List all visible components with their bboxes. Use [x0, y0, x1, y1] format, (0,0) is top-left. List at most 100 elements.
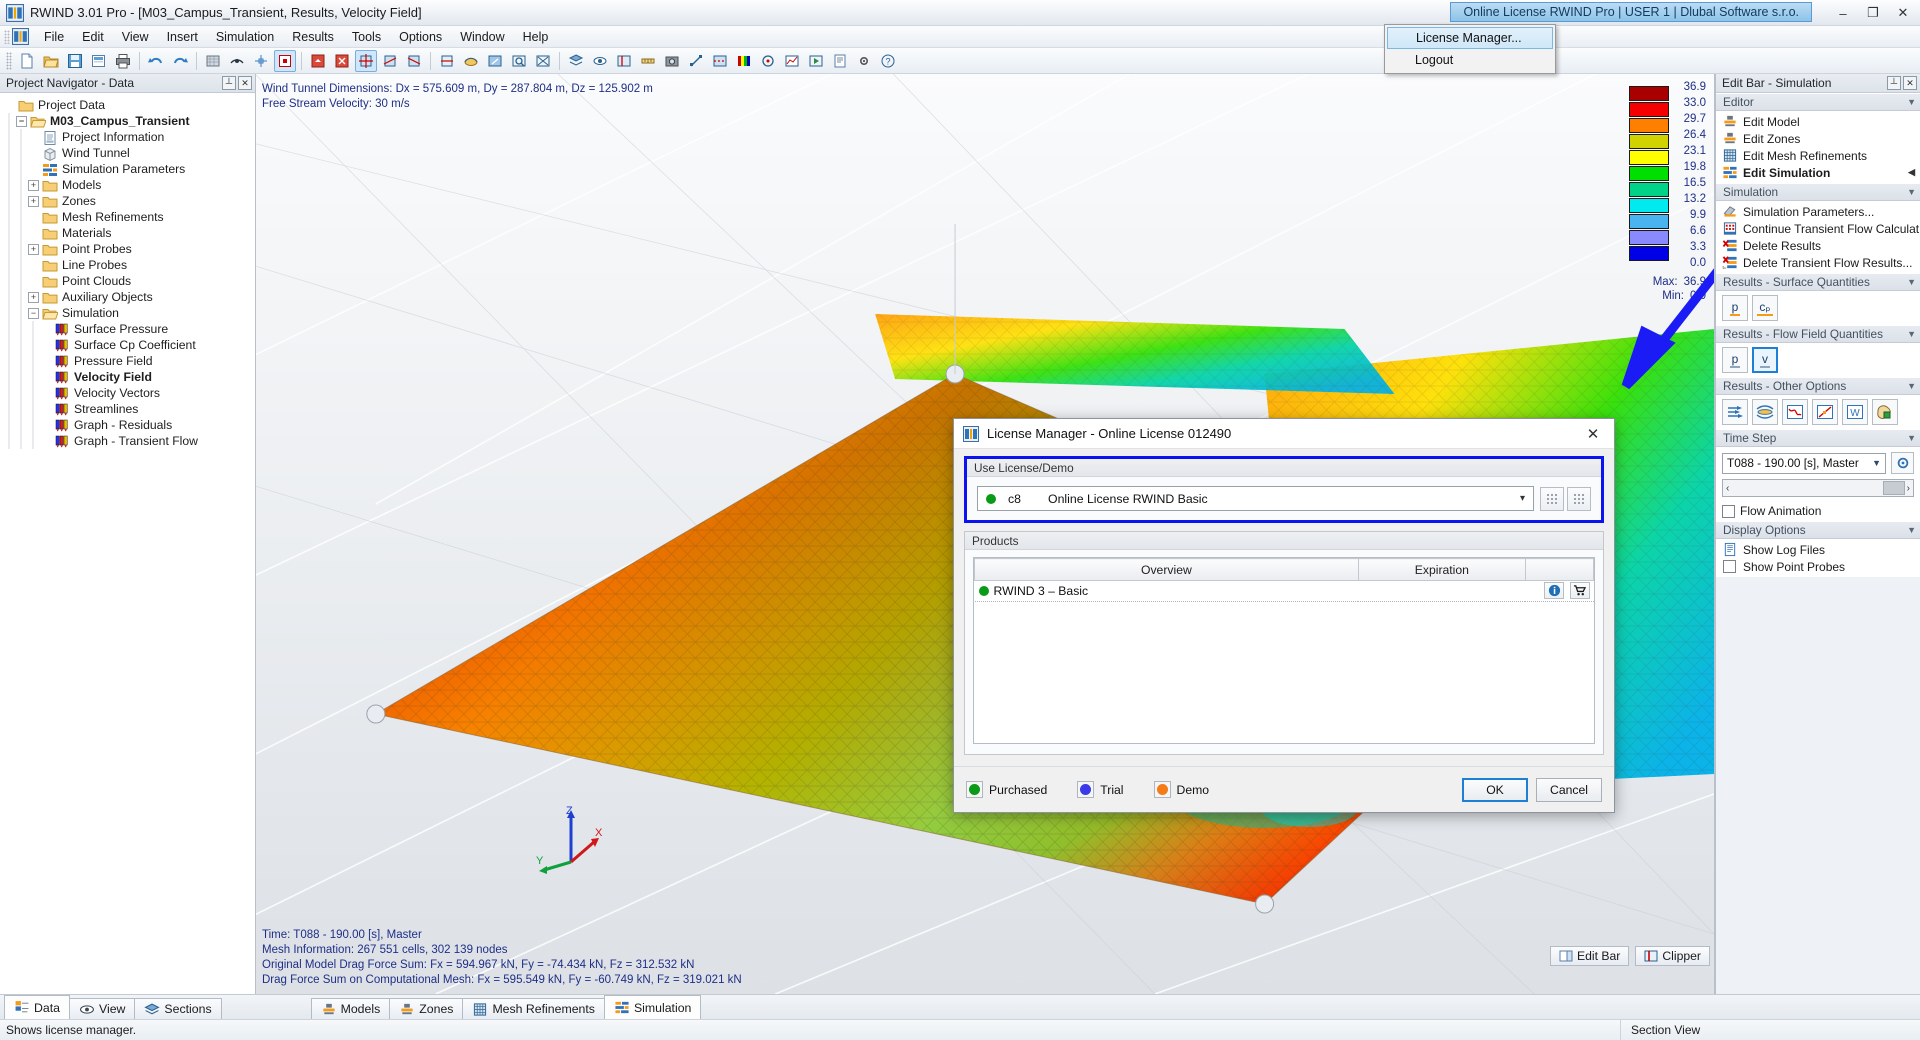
- close-icon[interactable]: ✕: [1903, 76, 1917, 90]
- tab-view[interactable]: View: [68, 998, 136, 1019]
- menu-tools[interactable]: Tools: [343, 28, 390, 46]
- tab-sections[interactable]: Sections: [134, 998, 222, 1019]
- save-icon[interactable]: [64, 50, 86, 72]
- time-step-settings-button[interactable]: [1891, 452, 1914, 474]
- scroll-thumb[interactable]: [1882, 481, 1905, 495]
- time-step-scrollbar[interactable]: ‹ ›: [1722, 479, 1914, 497]
- pan-icon[interactable]: [436, 50, 458, 72]
- edit-model-item[interactable]: Edit Model: [1716, 113, 1920, 130]
- cancel-button[interactable]: Cancel: [1536, 777, 1602, 802]
- expand-icon[interactable]: +: [28, 179, 39, 191]
- probe-icon[interactable]: [757, 50, 779, 72]
- project-tree[interactable]: Project Data − M03_Campus_Transient Project…: [0, 93, 255, 994]
- anim-icon[interactable]: [805, 50, 827, 72]
- license-select-combobox[interactable]: c8 Online License RWIND Basic ▾: [977, 486, 1534, 511]
- tree-item-mesh-refinements[interactable]: Mesh Refinements: [4, 209, 255, 225]
- rotate-view-3-icon[interactable]: [403, 50, 425, 72]
- group-header-time-step[interactable]: Time Step ▼: [1716, 429, 1920, 447]
- scale-icon[interactable]: [685, 50, 707, 72]
- help-tool-icon[interactable]: ?: [877, 50, 899, 72]
- transient-graph-button[interactable]: [1812, 399, 1838, 425]
- flow-animation-row[interactable]: Flow Animation: [1716, 501, 1920, 521]
- zoom-previous-icon[interactable]: [484, 50, 506, 72]
- pin-icon[interactable]: ┴: [1887, 76, 1901, 90]
- tree-item-streamlines[interactable]: Streamlines: [4, 401, 255, 417]
- surface-cp-button[interactable]: cₚ: [1752, 295, 1778, 321]
- snapshot-icon[interactable]: [661, 50, 683, 72]
- streamlines-button[interactable]: [1752, 399, 1778, 425]
- continue-transient-flow-item[interactable]: Continue Transient Flow Calculat...: [1716, 220, 1920, 237]
- restore-button[interactable]: ❐: [1858, 1, 1888, 25]
- ok-button[interactable]: OK: [1462, 777, 1528, 802]
- toolbar-grip[interactable]: [6, 51, 12, 70]
- measure-icon[interactable]: [637, 50, 659, 72]
- open-folder-icon[interactable]: [40, 50, 62, 72]
- print-icon[interactable]: [112, 50, 134, 72]
- close-icon[interactable]: ✕: [238, 76, 252, 90]
- edit-mesh-refinements-item[interactable]: Edit Mesh Refinements: [1716, 147, 1920, 164]
- dialog-close-button[interactable]: ✕: [1576, 420, 1610, 448]
- tree-item-project-data[interactable]: Project Data: [4, 97, 255, 113]
- menu-view[interactable]: View: [113, 28, 158, 46]
- view-xray-icon[interactable]: [331, 50, 353, 72]
- orbit-icon[interactable]: [460, 50, 482, 72]
- wind-profile-button[interactable]: W: [1842, 399, 1868, 425]
- edit-simulation-item[interactable]: Edit Simulation ◀: [1716, 164, 1920, 181]
- field-velocity-button[interactable]: v: [1752, 347, 1778, 373]
- zoom-extents-icon[interactable]: [532, 50, 554, 72]
- tree-item-velocity-field[interactable]: Velocity Field: [4, 369, 255, 385]
- column-actions[interactable]: [1524, 558, 1594, 581]
- column-expiration[interactable]: Expiration: [1357, 558, 1526, 581]
- tree-item-graph-transient-flow[interactable]: Graph - Transient Flow: [4, 433, 255, 449]
- license-status-button[interactable]: Online License RWIND Pro | USER 1 | Dlub…: [1450, 2, 1812, 22]
- tree-item-project-information[interactable]: Project Information: [4, 129, 255, 145]
- cart-icon[interactable]: [1569, 582, 1590, 599]
- redo-icon[interactable]: [169, 50, 191, 72]
- tree-item-wind-tunnel[interactable]: Wind Tunnel: [4, 145, 255, 161]
- 3d-viewport[interactable]: Wind Tunnel Dimensions: Dx = 575.609 m, …: [256, 74, 1715, 994]
- surface-pressure-button[interactable]: p: [1722, 295, 1748, 321]
- products-table-container[interactable]: Overview Expiration RWIND 3 – Basic: [973, 557, 1595, 744]
- tree-item-line-probes[interactable]: Line Probes: [4, 257, 255, 273]
- point-probe-icon[interactable]: [1723, 560, 1736, 573]
- tree-item-surface-pressure[interactable]: Surface Pressure: [4, 321, 255, 337]
- tree-item-zones[interactable]: + Zones: [4, 193, 255, 209]
- grid-snap-icon[interactable]: [250, 50, 272, 72]
- section-icon[interactable]: [709, 50, 731, 72]
- expand-icon[interactable]: +: [28, 243, 39, 255]
- tree-item-models[interactable]: + Models: [4, 177, 255, 193]
- tree-item-m03-campus-transient[interactable]: − M03_Campus_Transient: [4, 113, 255, 129]
- close-button[interactable]: ✕: [1888, 1, 1918, 25]
- render-surface-icon[interactable]: [202, 50, 224, 72]
- group-header-other-options[interactable]: Results - Other Options ▼: [1716, 377, 1920, 395]
- menu-options[interactable]: Options: [390, 28, 451, 46]
- clip-icon[interactable]: [613, 50, 635, 72]
- report-icon[interactable]: [829, 50, 851, 72]
- zoom-window-icon[interactable]: [508, 50, 530, 72]
- menu-help[interactable]: Help: [514, 28, 558, 46]
- rotate-view-2-icon[interactable]: [379, 50, 401, 72]
- license-grid-button-1[interactable]: [1540, 486, 1564, 511]
- show-log-files-item[interactable]: Show Log Files: [1716, 541, 1920, 558]
- scroll-right-icon[interactable]: ›: [1907, 483, 1910, 494]
- info-icon[interactable]: [1544, 582, 1565, 599]
- tab-simulation[interactable]: Simulation: [603, 995, 702, 1019]
- tree-item-point-probes[interactable]: + Point Probes: [4, 241, 255, 257]
- render-wire-icon[interactable]: [226, 50, 248, 72]
- velocity-vectors-button[interactable]: [1722, 399, 1748, 425]
- group-header-flow-field-quantities[interactable]: Results - Flow Field Quantities ▼: [1716, 325, 1920, 343]
- license-grid-button-2[interactable]: [1567, 486, 1591, 511]
- save-as-icon[interactable]: [88, 50, 110, 72]
- residual-graph-button[interactable]: [1782, 399, 1808, 425]
- show-point-probes-item[interactable]: Show Point Probes: [1716, 558, 1920, 575]
- menu-window[interactable]: Window: [451, 28, 513, 46]
- edit-bar-toggle-button[interactable]: Edit Bar: [1550, 946, 1630, 966]
- tab-models[interactable]: Models: [310, 998, 391, 1019]
- expand-icon[interactable]: +: [28, 291, 39, 303]
- delete-results-item[interactable]: Delete Results: [1716, 237, 1920, 254]
- menu-grip[interactable]: [4, 29, 10, 44]
- tree-item-simulation-parameters[interactable]: Simulation Parameters: [4, 161, 255, 177]
- group-header-simulation[interactable]: Simulation ▼: [1716, 183, 1920, 201]
- tree-item-velocity-vectors[interactable]: Velocity Vectors: [4, 385, 255, 401]
- color-icon[interactable]: [733, 50, 755, 72]
